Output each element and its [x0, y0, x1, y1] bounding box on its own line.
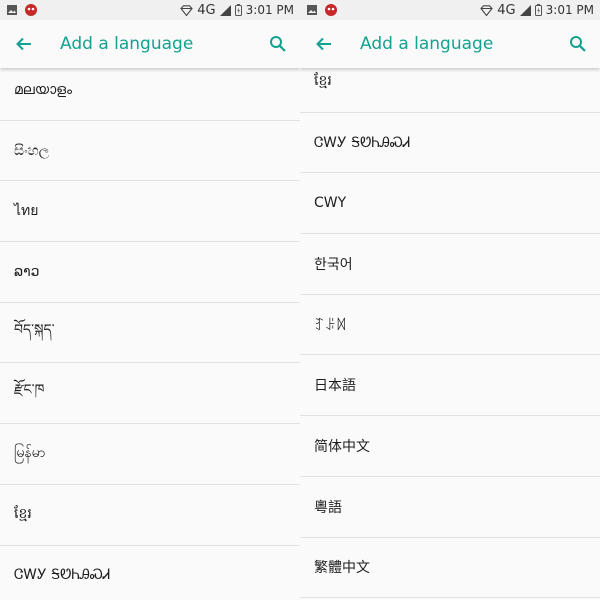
diamond-icon	[180, 4, 194, 16]
back-arrow-icon[interactable]	[12, 32, 36, 56]
language-item[interactable]: CWY	[300, 173, 600, 235]
image-notification-icon	[6, 4, 18, 16]
language-item[interactable]: རྫོང་ཁ	[0, 363, 300, 425]
clock-label: 3:01 PM	[245, 3, 294, 17]
search-icon[interactable]	[566, 32, 590, 56]
language-item[interactable]: മലയാളം	[0, 60, 300, 121]
clock-label: 3:01 PM	[545, 3, 594, 17]
app-bar: Add a language	[300, 20, 600, 68]
status-bar: 4G 3:01 PM	[300, 0, 600, 20]
battery-icon	[234, 4, 242, 16]
language-item[interactable]: ᏣᎳᎩ ᎦᏬᏂᎯᏍᏗ	[300, 112, 600, 174]
signal-icon	[219, 4, 231, 16]
language-item[interactable]: 日本語	[300, 355, 600, 417]
network-type-label: 4G	[197, 2, 216, 18]
language-item[interactable]: ລາວ	[0, 242, 300, 303]
language-item[interactable]: မြန်မာ	[0, 424, 300, 485]
page-title: Add a language	[60, 34, 194, 54]
language-item[interactable]: 繁體中文	[300, 537, 600, 599]
left-screen: 4G 3:01 PM Add a language മലയാളം සිංහල ไ…	[0, 0, 300, 600]
language-item[interactable]: 粵語	[300, 476, 600, 538]
language-item[interactable]: 简体中文	[300, 416, 600, 477]
status-bar: 4G 3:01 PM	[0, 0, 300, 20]
app-notification-icon	[324, 3, 338, 17]
back-arrow-icon[interactable]	[312, 32, 336, 56]
language-item[interactable]: ខ្មែរ	[0, 484, 300, 546]
page-title: Add a language	[360, 34, 494, 54]
language-item[interactable]: ꆈꌠꉙ	[300, 294, 600, 356]
language-item[interactable]: ᏣᎳᎩ ᎦᏬᏂᎯᏍᏗ	[0, 545, 300, 600]
battery-icon	[534, 4, 542, 16]
image-notification-icon	[306, 4, 318, 16]
right-screen: 4G 3:01 PM Add a language ខ្មែរ ᏣᎳᎩ ᎦᏬᏂᎯ…	[300, 0, 600, 600]
language-item[interactable]: සිංහල	[0, 120, 300, 182]
language-list: ខ្មែរ ᏣᎳᎩ ᎦᏬᏂᎯᏍᏗ CWY 한국어 ꆈꌠꉙ 日本語 简体中文 粵語…	[300, 52, 600, 599]
language-item[interactable]: བོད་སྐད་	[0, 302, 300, 364]
diamond-icon	[480, 4, 494, 16]
language-item[interactable]: 한국어	[300, 234, 600, 295]
language-item[interactable]: ไทย	[0, 181, 300, 243]
app-bar: Add a language	[0, 20, 300, 68]
signal-icon	[519, 4, 531, 16]
language-list: മലയാളം සිංහල ไทย ລາວ བོད་སྐད་ རྫོང་ཁ မြန…	[0, 60, 300, 600]
search-icon[interactable]	[266, 32, 290, 56]
app-notification-icon	[24, 3, 38, 17]
network-type-label: 4G	[497, 2, 516, 18]
